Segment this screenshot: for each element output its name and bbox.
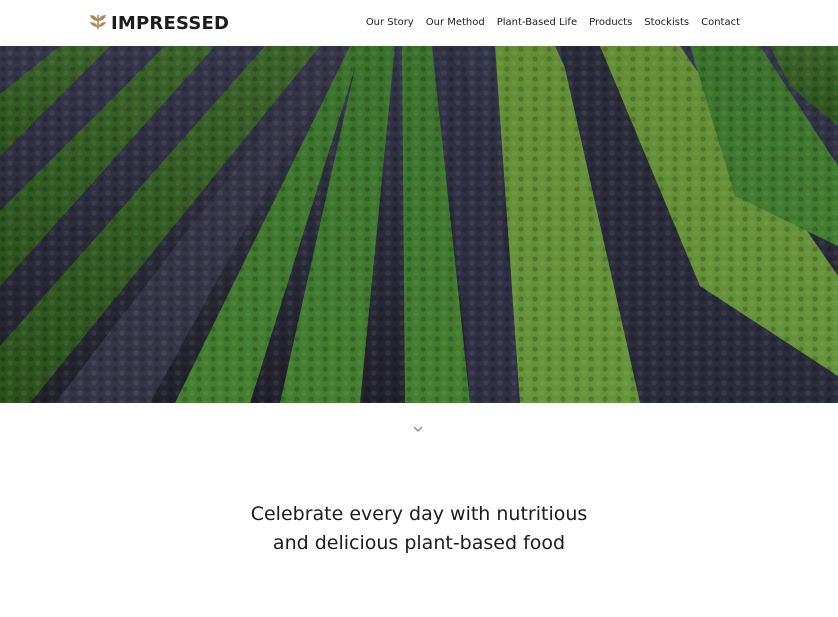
nav-stockists[interactable]: Stockists bbox=[644, 17, 689, 28]
brand-name: IMPRESSED bbox=[111, 13, 230, 34]
nav-products[interactable]: Products bbox=[589, 17, 632, 28]
main-nav: Our Story Our Method Plant-Based Life Pr… bbox=[366, 17, 740, 28]
nav-contact[interactable]: Contact bbox=[701, 17, 740, 28]
site-header: IMPRESSED Our Story Our Method Plant-Bas… bbox=[0, 0, 838, 46]
nav-our-method[interactable]: Our Method bbox=[426, 17, 485, 28]
brand-logo[interactable]: IMPRESSED bbox=[88, 12, 229, 35]
wheat-leaf-icon bbox=[88, 12, 108, 35]
chevron-down-icon[interactable] bbox=[411, 421, 425, 439]
tagline-line-2: and delicious plant-based food bbox=[272, 532, 566, 554]
tagline-line-1: Celebrate every day with nutritious bbox=[250, 503, 588, 525]
nav-plant-based-life[interactable]: Plant-Based Life bbox=[497, 17, 577, 28]
nav-our-story[interactable]: Our Story bbox=[366, 17, 414, 28]
hero-image-crop-field bbox=[0, 46, 838, 403]
tagline: Celebrate every day with nutritious and … bbox=[0, 500, 838, 558]
